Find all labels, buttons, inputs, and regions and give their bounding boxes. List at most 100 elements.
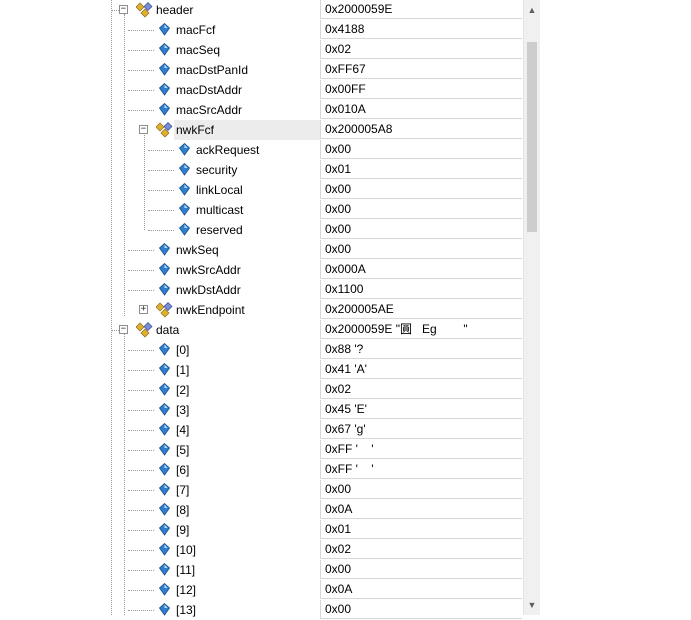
node-label: [8]: [176, 503, 190, 517]
tree-row[interactable]: [10]: [0, 540, 320, 560]
value-cell[interactable]: 0x2000059E: [320, 0, 522, 19]
node-label: [12]: [176, 583, 197, 597]
tree-guide: [148, 150, 174, 151]
field-icon: [158, 342, 171, 356]
value-cell[interactable]: 0x02: [320, 40, 522, 59]
value-cell[interactable]: 0x00: [320, 560, 522, 579]
value-cell[interactable]: 0x200005AE: [320, 300, 522, 319]
value-cell[interactable]: 0x4188: [320, 20, 522, 39]
value-cell[interactable]: 0x00: [320, 220, 522, 239]
tree-row[interactable]: [0]: [0, 340, 320, 360]
value-cell[interactable]: 0x02: [320, 540, 522, 559]
tree-row[interactable]: [13]: [0, 600, 320, 620]
value-cell[interactable]: 0x01: [320, 520, 522, 539]
tree-row[interactable]: [11]: [0, 560, 320, 580]
node-label: nwkSeq: [176, 243, 219, 257]
value-cell[interactable]: 0x00FF: [320, 80, 522, 99]
tree-guide: [128, 370, 154, 371]
value-cell[interactable]: 0x02: [320, 380, 522, 399]
scroll-up-arrow-icon[interactable]: ▲: [524, 2, 540, 18]
value-cell[interactable]: 0x010A: [320, 100, 522, 119]
value-cell[interactable]: 0x2000059E "圓 Eg ": [320, 320, 522, 339]
scroll-down-arrow-icon[interactable]: ▼: [524, 597, 540, 613]
value-cell[interactable]: 0x1100: [320, 280, 522, 299]
value-cell[interactable]: 0x0A: [320, 580, 522, 599]
node-label: macFcf: [176, 23, 216, 37]
tree-row[interactable]: nwkSeq: [0, 240, 320, 260]
value-cell[interactable]: 0xFF ' ': [320, 460, 522, 479]
tree-row[interactable]: macDstPanId: [0, 60, 320, 80]
tree-guide: [111, 330, 119, 331]
node-label: data: [156, 323, 180, 337]
tree-row[interactable]: security: [0, 160, 320, 180]
tree-row[interactable]: [1]: [0, 360, 320, 380]
value-cell[interactable]: 0x41 'A': [320, 360, 522, 379]
node-label: [4]: [176, 423, 190, 437]
tree-row[interactable]: nwkDstAddr: [0, 280, 320, 300]
tree-guide: [128, 390, 154, 391]
collapse-toggle-icon[interactable]: −: [119, 325, 128, 334]
value-cell[interactable]: 0x00: [320, 180, 522, 199]
tree-guide: [128, 570, 154, 571]
field-icon: [158, 22, 171, 36]
value-cell[interactable]: 0xFF ' ': [320, 440, 522, 459]
value-cell[interactable]: 0x00: [320, 200, 522, 219]
tree-guide: [128, 410, 154, 411]
tree-row[interactable]: [6]: [0, 460, 320, 480]
node-label: [10]: [176, 543, 197, 557]
tree-row[interactable]: ackRequest: [0, 140, 320, 160]
tree-row[interactable]: − header: [0, 0, 320, 20]
collapse-toggle-icon[interactable]: −: [119, 5, 128, 14]
tree-row[interactable]: − nwkFcf: [0, 120, 320, 140]
tree-row[interactable]: [2]: [0, 380, 320, 400]
tree-row[interactable]: + nwkEndpoint: [0, 300, 320, 320]
tree-row[interactable]: [4]: [0, 420, 320, 440]
tree-row[interactable]: [12]: [0, 580, 320, 600]
vertical-scrollbar[interactable]: ▲ ▼: [523, 0, 540, 615]
value-cell[interactable]: 0x01: [320, 160, 522, 179]
tree-row[interactable]: [9]: [0, 520, 320, 540]
tree-guide: [128, 110, 154, 111]
tree-row[interactable]: macSrcAddr: [0, 100, 320, 120]
field-icon: [158, 522, 171, 536]
tree-row[interactable]: [8]: [0, 500, 320, 520]
tree-row[interactable]: − data: [0, 320, 320, 340]
tree-row[interactable]: linkLocal: [0, 180, 320, 200]
scroll-thumb[interactable]: [527, 42, 537, 232]
tree-row[interactable]: [5]: [0, 440, 320, 460]
tree-guide: [128, 610, 154, 611]
tree-guide: [128, 290, 154, 291]
value-cell[interactable]: 0x88 '?: [320, 340, 522, 359]
tree-row[interactable]: macFcf: [0, 20, 320, 40]
node-label: linkLocal: [196, 183, 243, 197]
tree-row[interactable]: reserved: [0, 220, 320, 240]
value-cell[interactable]: 0x00: [320, 240, 522, 259]
tree-guide: [148, 190, 174, 191]
tree-row[interactable]: macSeq: [0, 40, 320, 60]
tree-row[interactable]: multicast: [0, 200, 320, 220]
expand-toggle-icon[interactable]: +: [139, 305, 148, 314]
value-cell[interactable]: 0x0A: [320, 500, 522, 519]
node-label: macSrcAddr: [176, 103, 243, 117]
node-label: [1]: [176, 363, 190, 377]
value-cell[interactable]: 0x200005A8: [320, 120, 522, 139]
value-cell[interactable]: 0xFF67: [320, 60, 522, 79]
value-cell[interactable]: 0x00: [320, 140, 522, 159]
field-icon: [158, 82, 171, 96]
tree-guide: [128, 250, 154, 251]
tree-row[interactable]: [7]: [0, 480, 320, 500]
field-icon: [178, 202, 191, 216]
value-cell[interactable]: 0x00: [320, 600, 522, 619]
collapse-toggle-icon[interactable]: −: [139, 125, 148, 134]
tree-row[interactable]: macDstAddr: [0, 80, 320, 100]
field-icon: [158, 602, 171, 616]
value-cell[interactable]: 0x00: [320, 480, 522, 499]
value-cell[interactable]: 0x000A: [320, 260, 522, 279]
value-cell[interactable]: 0x45 'E': [320, 400, 522, 419]
tree-guide: [128, 510, 154, 511]
value-cell[interactable]: 0x67 'g': [320, 420, 522, 439]
field-icon: [158, 382, 171, 396]
tree-row[interactable]: nwkSrcAddr: [0, 260, 320, 280]
tree-row[interactable]: [3]: [0, 400, 320, 420]
node-label: macSeq: [176, 43, 221, 57]
